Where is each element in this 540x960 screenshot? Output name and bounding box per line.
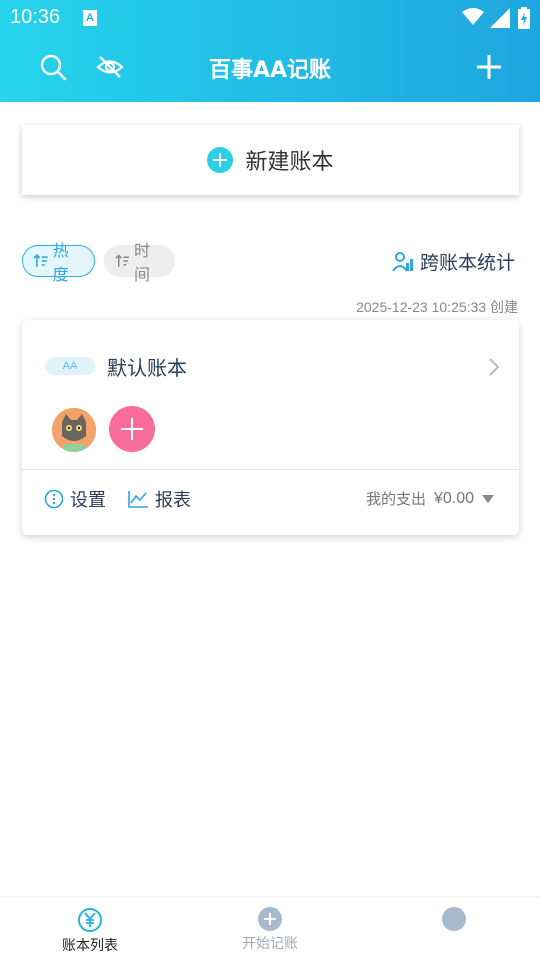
cross-book-stats-button[interactable]: 跨账本统计: [392, 248, 515, 275]
chevron-right-icon[interactable]: [488, 357, 500, 377]
book-type-badge: AA: [45, 357, 95, 375]
status-time: 10:36: [10, 6, 61, 28]
book-created-timestamp: 2025-12-23 10:25:33 创建: [356, 299, 518, 315]
app-header: 10:36 A 百事AA记账: [0, 0, 540, 102]
sort-icon: [33, 254, 48, 267]
cat-avatar-icon: [52, 408, 96, 452]
add-circle-icon: [207, 147, 234, 173]
sort-hot-label: 热度: [52, 241, 69, 284]
sort-by-time-chip[interactable]: 时间: [104, 241, 175, 284]
person-icon: [442, 907, 466, 931]
settings-label: 设置: [70, 490, 106, 511]
info-circle-icon: [44, 489, 64, 509]
sort-time-label: 时间: [134, 241, 151, 284]
eye-off-icon[interactable]: [95, 52, 125, 82]
book-settings-button[interactable]: 设置: [44, 486, 106, 512]
add-member-button[interactable]: [109, 406, 155, 452]
signal-icon: [490, 8, 510, 28]
plus-icon[interactable]: [474, 52, 504, 82]
search-icon[interactable]: [38, 52, 68, 82]
keyboard-indicator-icon: A: [83, 10, 97, 26]
battery-icon: [518, 7, 530, 29]
page-title: 百事AA记账: [208, 58, 332, 83]
tab-book-list-label: 账本列表: [62, 938, 118, 954]
book-name: 默认账本: [107, 356, 187, 380]
book-report-button[interactable]: 报表: [127, 486, 191, 512]
caret-down-icon: [482, 494, 495, 503]
member-avatar[interactable]: [52, 408, 96, 452]
new-book-label: 新建账本: [245, 150, 334, 175]
card-divider: [22, 469, 519, 470]
bottom-tab-bar: 账本列表 开始记账: [0, 896, 540, 960]
report-label: 报表: [155, 490, 191, 511]
cross-stats-label: 跨账本统计: [420, 252, 516, 274]
wifi-icon: [462, 8, 484, 25]
my-expense-toggle[interactable]: 我的支出 ¥0.00: [366, 488, 495, 509]
book-card[interactable]: AA 默认账本 设置 报表 我的支出 ¥0.00: [22, 320, 519, 535]
sort-icon: [115, 254, 130, 267]
tab-book-list[interactable]: 账本列表: [30, 907, 150, 955]
my-expense-amount: ¥0.00: [434, 489, 475, 507]
add-circle-icon: [258, 907, 282, 931]
tab-start-recording-label: 开始记账: [242, 936, 298, 952]
stats-person-icon: [392, 251, 413, 272]
sort-by-popularity-chip[interactable]: 热度: [22, 241, 95, 284]
my-expense-label: 我的支出: [366, 490, 427, 508]
line-chart-icon: [128, 491, 148, 508]
new-book-button[interactable]: 新建账本: [22, 125, 519, 195]
status-bar: 10:36 A: [0, 0, 540, 36]
yen-coin-icon: [78, 908, 102, 932]
tab-start-recording[interactable]: 开始记账: [210, 907, 330, 953]
tab-profile[interactable]: [394, 907, 514, 933]
